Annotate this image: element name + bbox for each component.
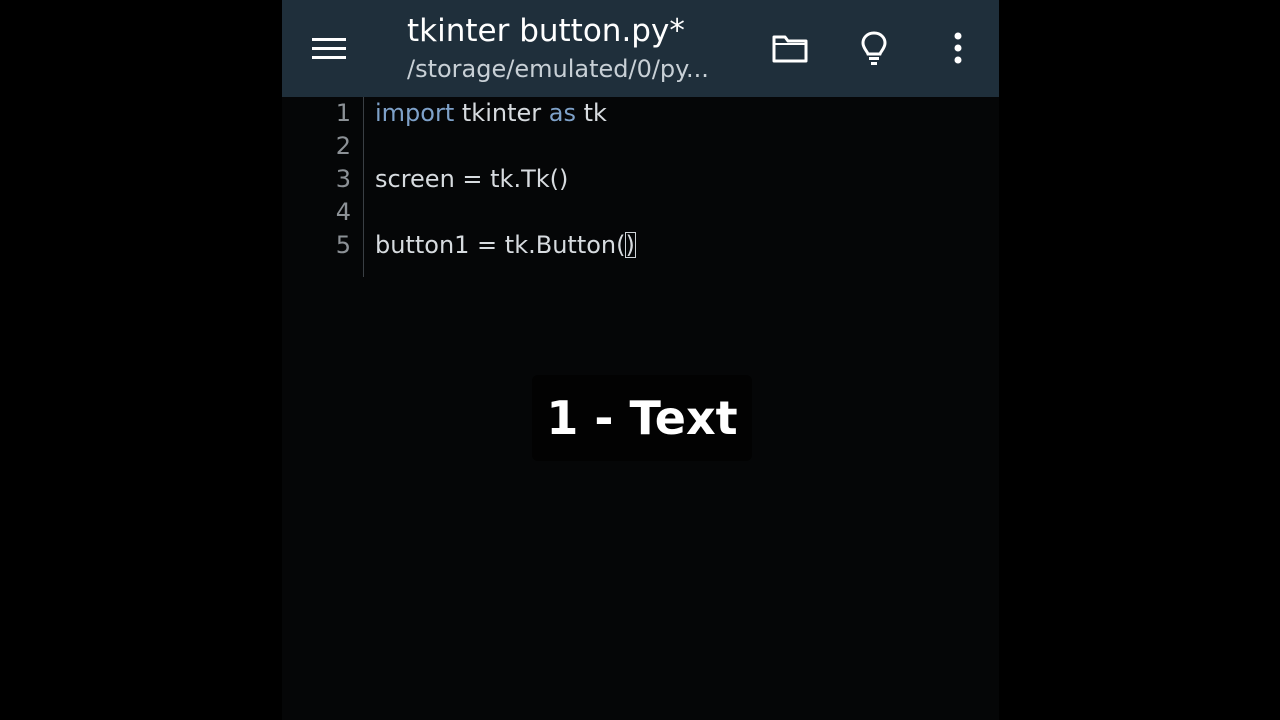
code-line-1[interactable]: import tkinter as tk <box>375 97 975 130</box>
file-name: tkinter button.py* <box>407 13 685 49</box>
keyword-as: as <box>548 99 576 127</box>
line-number: 5 <box>335 231 351 259</box>
code-editor[interactable]: 1 2 3 4 5 import tkinter as tk screen = … <box>282 97 999 720</box>
open-folder-button[interactable] <box>770 28 810 68</box>
more-vert-icon <box>954 32 962 64</box>
menu-button[interactable] <box>310 30 348 68</box>
line-number: 4 <box>335 198 351 226</box>
suggestion-button[interactable] <box>854 28 894 68</box>
caption-text: 1 - Text <box>546 391 738 445</box>
file-title-block: tkinter button.py* /storage/emulated/0/p… <box>407 10 747 86</box>
menu-icon <box>312 38 346 59</box>
code-line-2[interactable] <box>375 130 975 163</box>
code-token: tkinter <box>454 99 549 127</box>
code-line-5[interactable]: button1 = tk.Button() <box>375 229 975 262</box>
code-line-4[interactable] <box>375 196 975 229</box>
file-path: /storage/emulated/0/py... <box>407 55 709 83</box>
line-number: 3 <box>335 165 351 193</box>
code-line-3[interactable]: screen = tk.Tk() <box>375 163 975 196</box>
phone-screen: tkinter button.py* /storage/emulated/0/p… <box>282 0 999 720</box>
text-cursor: ) <box>624 231 636 259</box>
more-options-button[interactable] <box>938 28 978 68</box>
caption-overlay: 1 - Text <box>532 375 752 461</box>
code-token: tk <box>575 99 607 127</box>
lightbulb-icon <box>861 31 887 65</box>
code-token: button1 = tk.Button( <box>375 231 626 259</box>
line-number: 1 <box>335 99 351 127</box>
app-bar: tkinter button.py* /storage/emulated/0/p… <box>282 0 999 97</box>
line-number-gutter: 1 2 3 4 5 <box>282 97 364 277</box>
keyword-import: import <box>375 99 455 127</box>
line-number: 2 <box>335 132 351 160</box>
folder-icon <box>772 35 808 63</box>
code-area[interactable]: import tkinter as tk screen = tk.Tk() bu… <box>375 97 975 262</box>
